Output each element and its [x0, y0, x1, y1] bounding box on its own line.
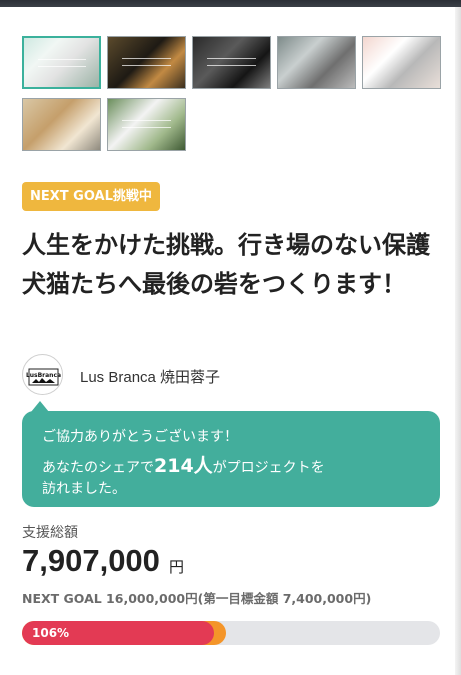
thumbnail-caption: [121, 120, 172, 129]
page-edge-shadow: [455, 7, 461, 675]
share-message-bubble: ご協力ありがとうございます！ あなたのシェアで214人がプロジェクトを 訪れまし…: [22, 401, 440, 507]
thumbnail-3[interactable]: [192, 36, 271, 89]
owner-name[interactable]: Lus Branca 焼田蓉子: [80, 366, 220, 387]
share-thanks-text: ご協力ありがとうございます！: [42, 429, 238, 445]
funding-progress-bar: 106%: [22, 621, 440, 645]
raised-amount: 7,907,000: [22, 543, 160, 578]
thumbnail-1[interactable]: [22, 36, 101, 89]
share-visited-text: 訪れました。: [42, 481, 126, 497]
share-count-line: あなたのシェアで214人がプロジェクトを: [42, 451, 325, 478]
thumbnail-2[interactable]: [107, 36, 186, 89]
next-goal-text: NEXT GOAL 16,000,000円(第一目標金額 7,400,000円): [22, 591, 372, 606]
raised-label: 支援総額: [22, 525, 78, 541]
thumbnail-7[interactable]: [107, 98, 186, 151]
raised-currency: 円: [169, 558, 185, 576]
owner-logo-text: LusBranca: [26, 372, 61, 379]
owner-avatar[interactable]: LusBranca: [22, 354, 63, 395]
progress-percent-label: 106%: [32, 626, 70, 640]
bubble-tail: [31, 401, 49, 412]
thumbnail-5[interactable]: [362, 36, 441, 89]
share-count-suffix: がプロジェクトを: [212, 460, 325, 476]
thumbnail-caption: [121, 58, 172, 67]
share-count-prefix: あなたのシェアで: [42, 460, 154, 476]
thumbnail-caption: [37, 58, 86, 67]
thumbnail-6[interactable]: [22, 98, 101, 151]
share-count: 214人: [154, 455, 213, 477]
thumbnail-caption: [206, 58, 257, 67]
image-thumbnail-gallery: [22, 36, 442, 152]
status-badge: NEXT GOAL挑戦中: [22, 182, 160, 211]
thumbnail-4[interactable]: [277, 36, 356, 89]
project-title: 人生をかけた挑戦。行き場のない保護犬猫たちへ最後の砦をつくります！: [22, 231, 430, 298]
owner-logo-icon: LusBranca: [23, 355, 62, 394]
top-bar: [0, 0, 461, 7]
